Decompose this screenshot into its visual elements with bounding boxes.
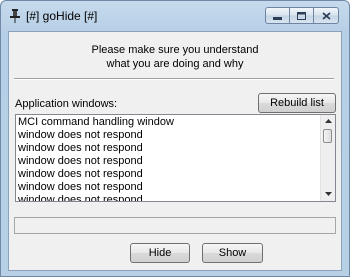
chevron-up-icon	[324, 118, 332, 125]
list-item[interactable]: window does not respond	[18, 129, 318, 142]
warning-line-2: what you are doing and why	[106, 58, 244, 70]
chevron-down-icon	[324, 191, 332, 198]
warning-line-1: Please make sure you understand	[91, 44, 259, 56]
close-button[interactable]	[313, 7, 339, 24]
list-item[interactable]: window does not respond	[18, 142, 318, 155]
list-item[interactable]: window does not respond	[18, 181, 318, 194]
status-box	[14, 217, 336, 234]
thumbtack-icon[interactable]	[8, 8, 22, 24]
warning-message: Please make sure you understand what you…	[9, 43, 341, 71]
window-title: [#] goHide [#]	[26, 9, 98, 23]
application-windows-label: Application windows:	[15, 98, 118, 110]
minimize-button[interactable]	[265, 7, 290, 24]
list-item[interactable]: window does not respond	[18, 155, 318, 168]
app-window: [#] goHide [#] Please make sure you unde…	[0, 0, 350, 277]
list-item[interactable]: MCI command handling window	[18, 116, 318, 129]
application-windows-list[interactable]: MCI command handling window window does n…	[15, 114, 336, 202]
hide-button[interactable]: Hide	[130, 243, 190, 263]
separator	[14, 78, 334, 80]
client-area: Please make sure you understand what you…	[8, 31, 342, 271]
close-icon	[321, 7, 331, 25]
list-item[interactable]: window does not respond	[18, 168, 318, 181]
scroll-down-arrow[interactable]	[321, 188, 335, 201]
maximize-icon	[297, 7, 306, 25]
show-button[interactable]: Show	[202, 243, 263, 263]
scroll-up-arrow[interactable]	[321, 115, 335, 128]
list-scrollbar[interactable]	[320, 115, 335, 201]
list-items: MCI command handling window window does n…	[18, 116, 318, 201]
maximize-button[interactable]	[289, 7, 314, 24]
list-item[interactable]: window does not respond	[18, 194, 318, 201]
title-bar[interactable]: [#] goHide [#]	[1, 1, 349, 31]
scroll-thumb[interactable]	[323, 129, 332, 143]
rebuild-list-button[interactable]: Rebuild list	[258, 93, 336, 113]
minimize-icon	[273, 7, 282, 25]
